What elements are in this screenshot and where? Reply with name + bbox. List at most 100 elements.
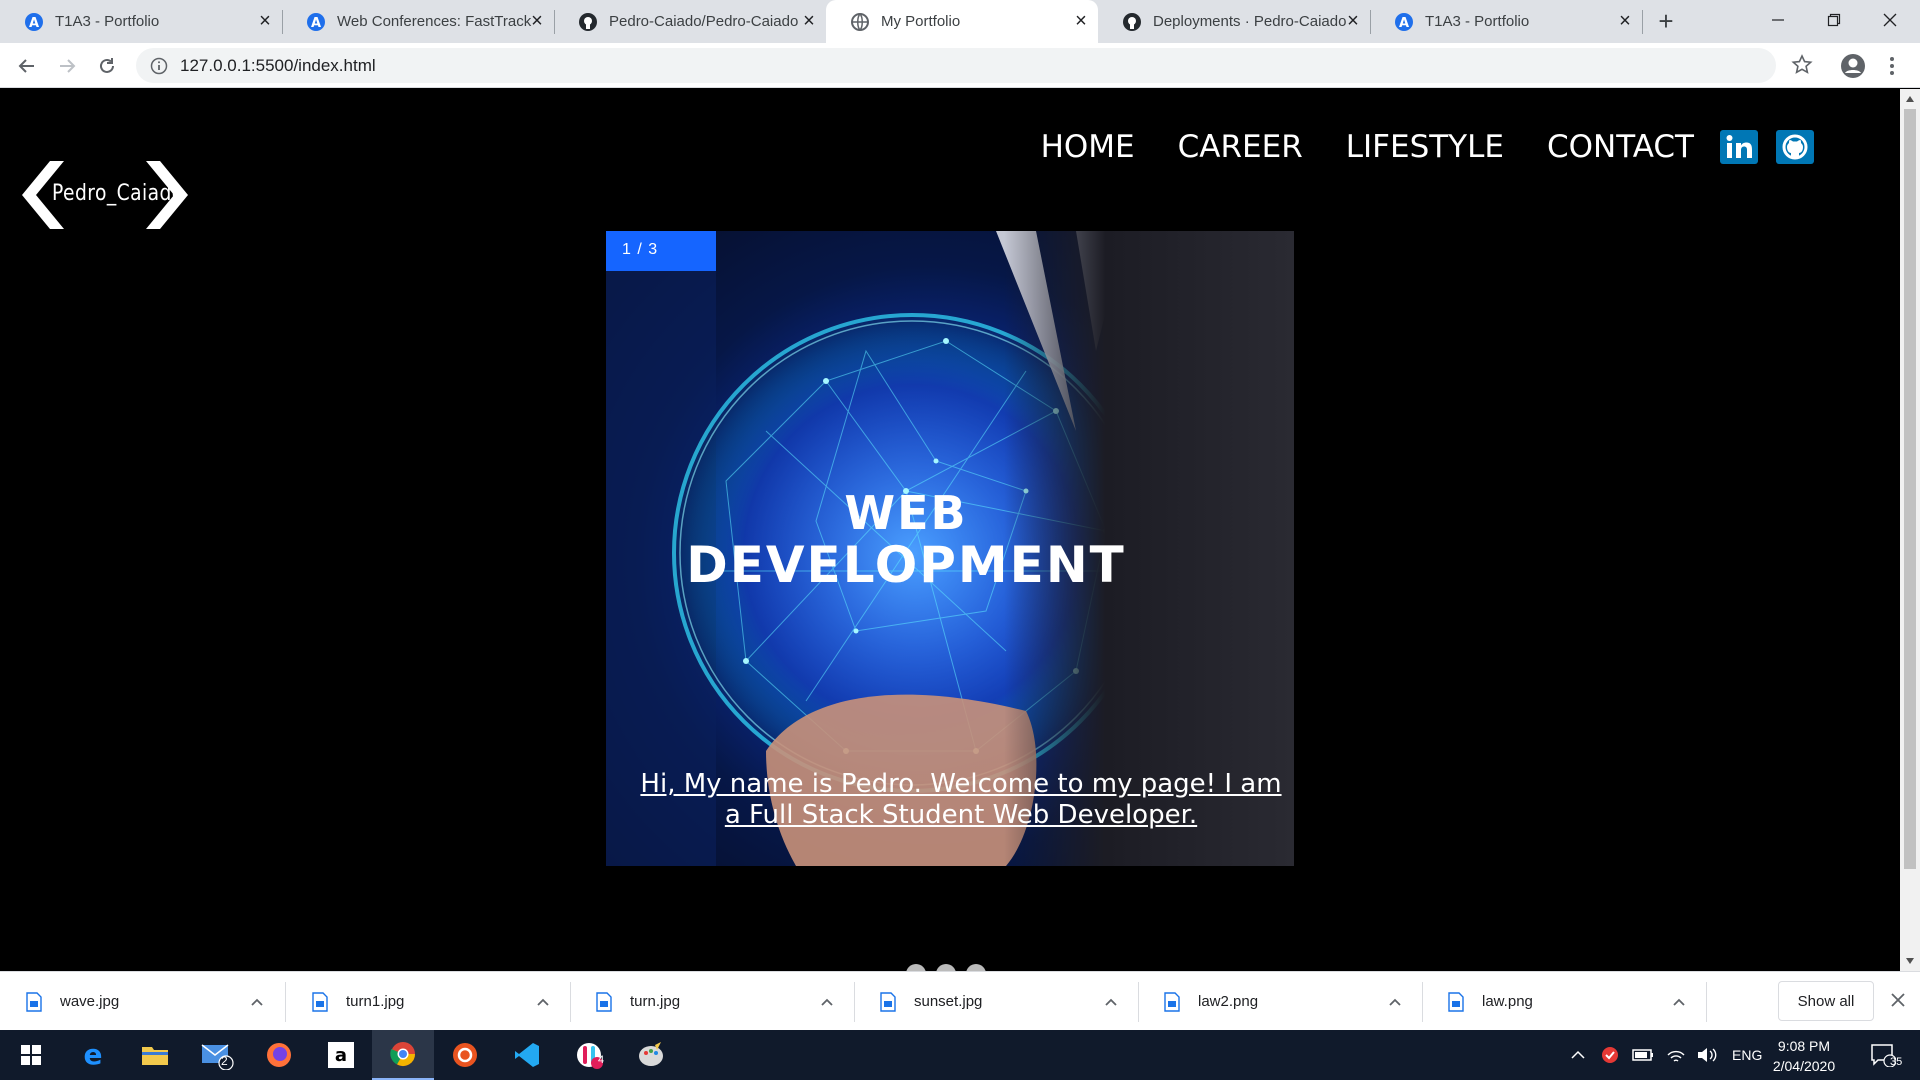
- taskbar-mail[interactable]: 2: [186, 1030, 248, 1080]
- browser-menu-icon[interactable]: [1882, 53, 1902, 79]
- taskbar-slack[interactable]: 4: [558, 1030, 620, 1080]
- window-close-button[interactable]: [1862, 0, 1918, 40]
- back-button[interactable]: [12, 51, 42, 81]
- show-all-downloads-button[interactable]: Show all: [1778, 981, 1874, 1021]
- taskbar-edge[interactable]: e: [62, 1030, 124, 1080]
- vscode-icon: [515, 1043, 539, 1067]
- download-item[interactable]: law2.png: [1138, 972, 1422, 1031]
- slide-caption[interactable]: Hi, My name is Pedro. Welcome to my page…: [606, 769, 1294, 831]
- browser-tab[interactable]: Pedro-Caiado/Pedro-Caiado ×: [554, 0, 826, 43]
- nav-link-lifestyle[interactable]: LIFESTYLE: [1346, 129, 1504, 165]
- tab-title: Deployments · Pedro-Caiado: [1153, 13, 1347, 30]
- browser-tab-active[interactable]: My Portfolio ×: [826, 0, 1098, 43]
- close-icon[interactable]: ×: [1616, 11, 1634, 31]
- page-viewport: Pedro_Caiado HOME CAREER LIFESTYLE CONTA…: [0, 89, 1900, 971]
- browser-tab[interactable]: A T1A3 - Portfolio ×: [0, 0, 282, 43]
- wifi-icon[interactable]: [1666, 1046, 1686, 1064]
- scroll-thumb[interactable]: [1904, 109, 1916, 869]
- system-clock[interactable]: 9:08 PM 2/04/2020: [1764, 1036, 1844, 1076]
- battery-icon[interactable]: [1632, 1048, 1654, 1062]
- forward-button[interactable]: [52, 51, 82, 81]
- browser-tab[interactable]: A Web Conferences: FastTrack ×: [282, 0, 554, 43]
- slideshow-dots: [906, 964, 986, 971]
- svg-text:A: A: [1399, 16, 1409, 31]
- reload-button[interactable]: [92, 51, 122, 81]
- taskbar-firefox[interactable]: [248, 1030, 310, 1080]
- windows-taskbar: e 2 a 4 ENG 9:08 PM 2/04/2020 35: [0, 1030, 1920, 1080]
- chevron-up-icon[interactable]: [1388, 995, 1402, 1009]
- browser-toolbar: 127.0.0.1:5500/index.html: [0, 43, 1920, 88]
- image-file-icon: [1164, 991, 1180, 1012]
- language-indicator[interactable]: ENG: [1732, 1047, 1762, 1063]
- download-item[interactable]: wave.jpg: [0, 972, 284, 1031]
- download-item[interactable]: turn1.jpg: [286, 972, 570, 1031]
- taskbar-paint[interactable]: [620, 1030, 682, 1080]
- chevron-up-icon[interactable]: [1672, 995, 1686, 1009]
- minimize-icon: [1772, 19, 1784, 21]
- github-icon[interactable]: [1776, 130, 1814, 164]
- close-icon[interactable]: ×: [256, 11, 274, 31]
- scroll-down-icon[interactable]: [1906, 958, 1914, 964]
- slide-dot[interactable]: [906, 964, 926, 971]
- taskbar-vscode[interactable]: [496, 1030, 558, 1080]
- scroll-up-icon[interactable]: [1906, 96, 1914, 102]
- chrome-icon: [390, 1042, 415, 1067]
- page-scrollbar[interactable]: [1900, 89, 1920, 971]
- nav-link-contact[interactable]: CONTACT: [1547, 129, 1694, 165]
- chevron-up-icon[interactable]: [536, 995, 550, 1009]
- security-icon[interactable]: [1600, 1045, 1620, 1065]
- slide-dot[interactable]: [966, 964, 986, 971]
- close-icon[interactable]: ×: [800, 11, 818, 31]
- new-tab-button[interactable]: +: [1652, 8, 1680, 36]
- tab-title: My Portfolio: [881, 13, 961, 30]
- volume-icon[interactable]: [1696, 1046, 1718, 1064]
- info-icon[interactable]: [150, 57, 168, 75]
- slide-counter: 1 / 3: [622, 241, 659, 258]
- nav-link-home[interactable]: HOME: [1041, 129, 1135, 165]
- taskbar-ubuntu[interactable]: [434, 1030, 496, 1080]
- taskbar-amazon[interactable]: a: [310, 1030, 372, 1080]
- tab-title: T1A3 - Portfolio: [1425, 13, 1530, 30]
- taskbar-chrome[interactable]: [372, 1030, 434, 1080]
- download-item[interactable]: sunset.jpg: [854, 972, 1138, 1031]
- download-item[interactable]: turn.jpg: [570, 972, 854, 1031]
- svg-text:A: A: [29, 16, 39, 31]
- amazon-icon: a: [328, 1042, 354, 1068]
- clock-time: 9:08 PM: [1777, 1038, 1831, 1054]
- svg-text:e: e: [84, 1041, 103, 1069]
- close-icon[interactable]: ×: [1344, 11, 1362, 31]
- slide-dot[interactable]: [936, 964, 956, 971]
- hero-slideshow[interactable]: 1 / 3 WEB DEVELOPMENT Hi, My name is Ped…: [606, 231, 1294, 866]
- address-bar[interactable]: 127.0.0.1:5500/index.html: [136, 48, 1776, 83]
- chevron-up-icon[interactable]: [820, 995, 834, 1009]
- browser-tab-strip: A T1A3 - Portfolio × A Web Conferences: …: [0, 0, 1920, 43]
- arrow-left-icon: [18, 59, 34, 73]
- browser-tab[interactable]: A T1A3 - Portfolio ×: [1370, 0, 1642, 43]
- url-text: 127.0.0.1:5500/index.html: [180, 55, 376, 75]
- browser-tab[interactable]: Deployments · Pedro-Caiado ×: [1098, 0, 1370, 43]
- tab-title: Web Conferences: FastTrack: [337, 13, 532, 30]
- close-icon[interactable]: ×: [528, 11, 546, 31]
- paint-palette-icon: [639, 1042, 663, 1066]
- chevron-up-icon[interactable]: [1570, 1047, 1586, 1063]
- notification-center[interactable]: 35: [1852, 1030, 1914, 1080]
- slide-headline-line2: DEVELOPMENT: [686, 536, 1126, 594]
- chevron-up-icon[interactable]: [1104, 995, 1118, 1009]
- clock-date: 2/04/2020: [1772, 1058, 1836, 1074]
- download-item[interactable]: law.png: [1422, 972, 1706, 1031]
- profile-avatar-icon[interactable]: [1840, 53, 1866, 79]
- slack-badge: 4: [598, 1054, 605, 1066]
- taskbar-file-explorer[interactable]: [124, 1030, 186, 1080]
- chevron-up-icon[interactable]: [250, 995, 264, 1009]
- github-icon: [1122, 12, 1142, 32]
- site-logo-text: Pedro_Caiado: [52, 181, 184, 206]
- linkedin-icon[interactable]: [1720, 130, 1758, 164]
- close-icon[interactable]: ×: [1072, 11, 1090, 31]
- restore-button[interactable]: [1806, 0, 1862, 40]
- minimize-button[interactable]: [1750, 0, 1806, 40]
- nav-link-career[interactable]: CAREER: [1178, 129, 1303, 165]
- start-button[interactable]: [0, 1030, 62, 1080]
- tab-title: T1A3 - Portfolio: [55, 13, 160, 30]
- bookmark-star-icon[interactable]: [1790, 53, 1814, 77]
- close-icon[interactable]: [1888, 990, 1908, 1010]
